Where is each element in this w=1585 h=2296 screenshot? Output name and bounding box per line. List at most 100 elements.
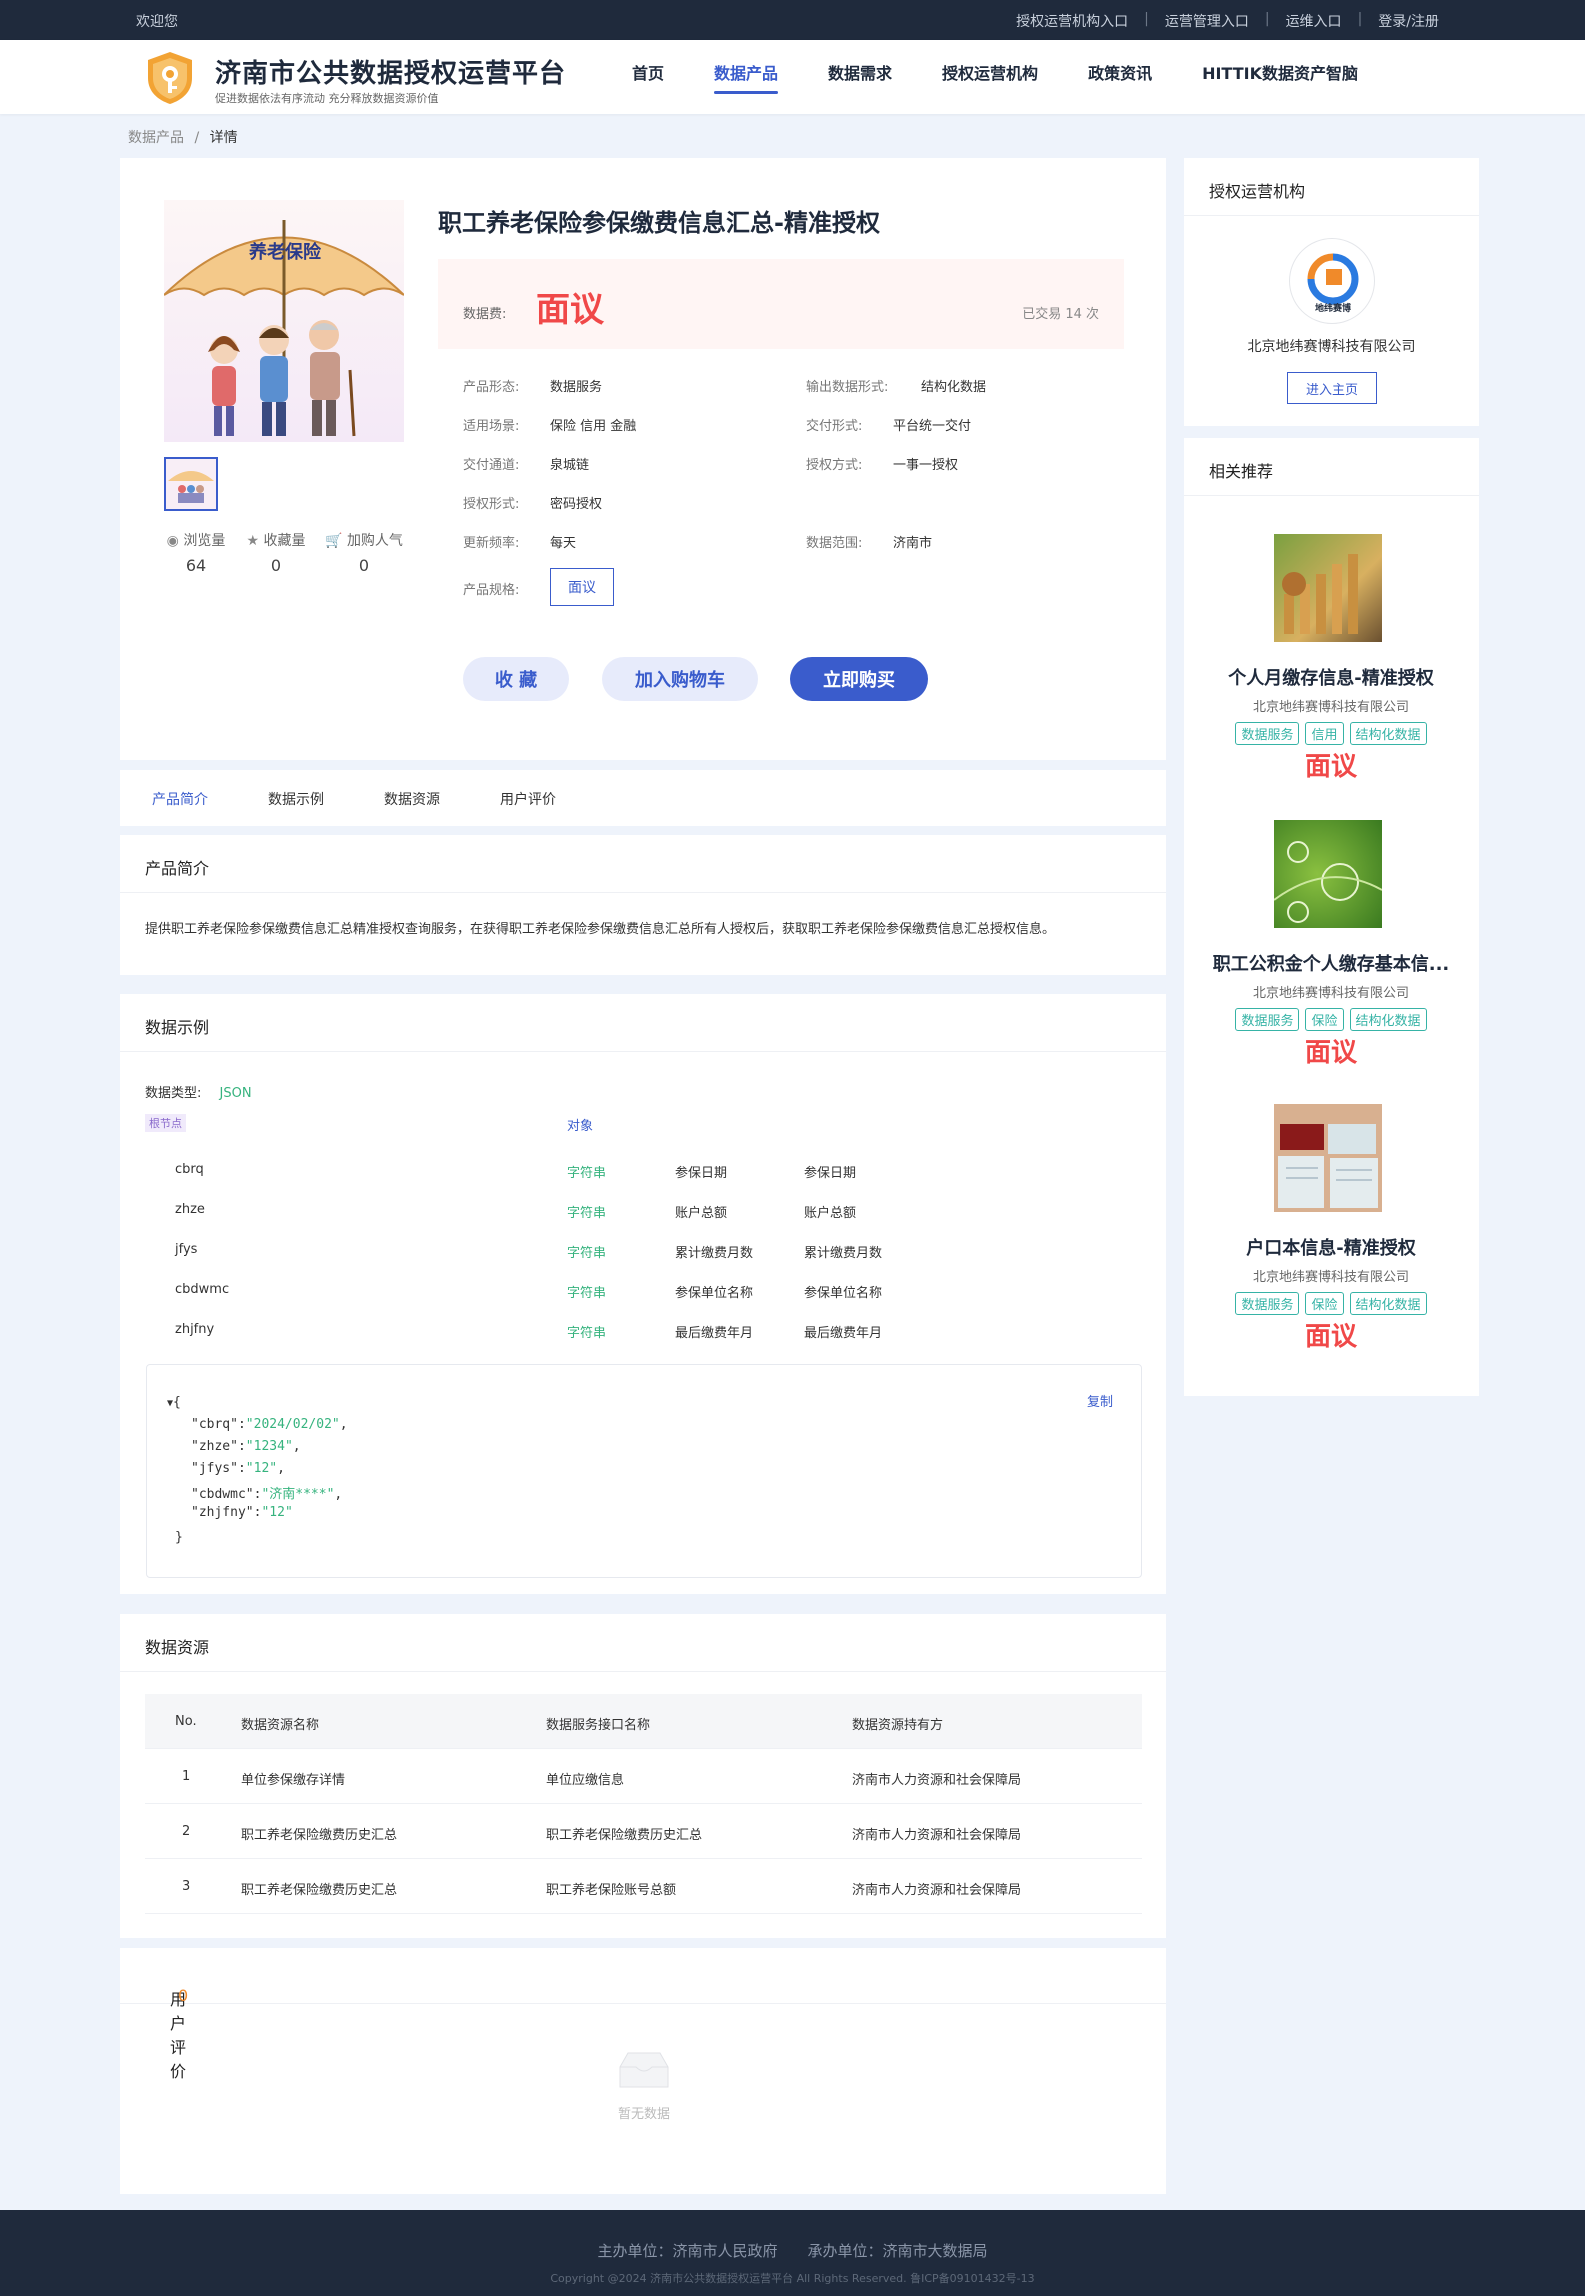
attr-value: 平台统一交付 (893, 419, 972, 434)
attr-label: 适用场景: (463, 419, 520, 434)
attr-label: 产品规格: (463, 583, 520, 598)
divider: | (1144, 11, 1149, 27)
attr-channel: 交付通道: 泉城链 (463, 454, 589, 473)
stat-views: ◉ 浏览量 64 (164, 530, 228, 575)
tag-badge: 保险 (1305, 1292, 1344, 1315)
tab-resources[interactable]: 数据资源 (384, 789, 440, 809)
section-header: 授权运营机构 (1184, 158, 1479, 216)
rec-image-2[interactable] (1273, 820, 1383, 928)
attr-freq: 更新频率: 每天 (463, 532, 576, 551)
recommend-item[interactable]: 职工公积金个人缴存基本信... 北京地纬赛博科技有限公司 数据服务 保险 结构化数据 面议 (1184, 950, 1478, 1070)
tab-intro[interactable]: 产品简介 (152, 789, 208, 809)
json-value: 2024/02/02 (253, 1417, 332, 1432)
footer-sponsors: 主办单位：济南市人民政府 承办单位：济南市大数据局 (597, 2242, 988, 2260)
field-desc: 账户总额 (675, 1206, 728, 1221)
empty-box-icon (619, 2052, 669, 2088)
recommend-item[interactable]: 个人月缴存信息-精准授权 北京地纬赛博科技有限公司 数据服务 信用 结构化数据 面议 (1184, 664, 1478, 784)
section-header: 用户评价 0 (120, 1948, 1166, 2081)
org-logo[interactable]: 地纬赛博 (1289, 238, 1375, 324)
nav-home[interactable]: 首页 (632, 60, 664, 94)
cell-resource-name: 单位参保缴存详情 (241, 1773, 346, 1788)
json-preview: 复制 ▼{ "cbrq":"2024/02/02", "zhze":"1234",… (146, 1364, 1142, 1578)
json-line: "zhjfny":"12" (191, 1505, 293, 1520)
field-desc-alt: 累计缴费月数 (804, 1246, 883, 1261)
recommend-price: 面议 (1304, 752, 1357, 782)
org-homepage-button[interactable]: 进入主页 (1287, 372, 1377, 404)
recommend-title[interactable]: 职工公积金个人缴存基本信... (1184, 950, 1478, 976)
tag-badge: 数据服务 (1235, 1008, 1300, 1031)
site-footer: 主办单位：济南市人民政府 承办单位：济南市大数据局 Copyright @202… (0, 2210, 1585, 2296)
product-thumbnail[interactable] (164, 457, 218, 511)
recommend-title[interactable]: 个人月缴存信息-精准授权 (1184, 664, 1478, 690)
recommend-price: 面议 (1304, 1322, 1357, 1352)
stat-label: 加购人气 (346, 533, 403, 549)
field-desc: 累计缴费月数 (675, 1246, 754, 1261)
section-header: 相关推荐 (1184, 438, 1479, 496)
json-key: cbrq (198, 1417, 231, 1432)
recommend-title[interactable]: 户口本信息-精准授权 (1184, 1234, 1478, 1260)
tab-example[interactable]: 数据示例 (268, 789, 324, 809)
data-type-row: 数据类型: JSON (145, 1082, 252, 1101)
nav-policy[interactable]: 政策资讯 (1088, 60, 1152, 94)
logo-icon[interactable] (142, 50, 198, 106)
umbrella-illustration (164, 220, 404, 437)
spec-option-button[interactable]: 面议 (550, 568, 614, 606)
nav-data-products[interactable]: 数据产品 (714, 60, 779, 94)
cell-holder: 济南市人力资源和社会保障局 (852, 1883, 1022, 1898)
add-to-cart-button[interactable]: 加入购物车 (602, 657, 758, 701)
product-image: 养老保险 (164, 200, 404, 442)
attr-label: 产品形态: (463, 380, 520, 395)
rec-image-1[interactable] (1274, 534, 1382, 642)
nav-hittik[interactable]: HITTIK数据资产智脑 (1202, 60, 1358, 94)
ops-entry-link[interactable]: 运营管理入口 (1151, 11, 1263, 31)
site-title[interactable]: 济南市公共数据授权运营平台 (215, 53, 566, 90)
field-desc-alt: 参保单位名称 (804, 1286, 883, 1301)
field-type: 字符串 (567, 1246, 607, 1261)
collapse-icon[interactable]: ▼ (167, 1398, 173, 1409)
field-row: cbdwmc 字符串 参保单位名称 参保单位名称 (120, 1282, 1166, 1312)
breadcrumb-parent[interactable]: 数据产品 (128, 130, 184, 146)
field-row: cbrq 字符串 参保日期 参保日期 (120, 1162, 1166, 1192)
buy-now-button[interactable]: 立即购买 (790, 657, 928, 701)
tab-reviews[interactable]: 用户评价 (500, 789, 556, 809)
maint-entry-link[interactable]: 运维入口 (1272, 11, 1356, 31)
price-label: 数据费: (463, 307, 507, 322)
nav-data-demands[interactable]: 数据需求 (828, 60, 892, 94)
table-row: 2 职工养老保险缴费历史汇总 职工养老保险缴费历史汇总 济南市人力资源和社会保障局 (145, 1804, 1142, 1859)
cell-no: 3 (182, 1879, 191, 1894)
col-api-name: 数据服务接口名称 (546, 1718, 651, 1733)
section-title: 数据示例 (145, 1018, 210, 1037)
copy-button[interactable]: 复制 (1087, 1391, 1113, 1410)
breadcrumb-separator: / (194, 130, 200, 146)
breadcrumb-current: 详情 (209, 130, 238, 146)
json-value: 12 (253, 1461, 270, 1476)
attr-value: 一事一授权 (893, 458, 959, 473)
product-title: 职工养老保险参保缴费信息汇总-精准授权 (438, 209, 880, 237)
table-row: 3 职工养老保险缴费历史汇总 职工养老保险账号总额 济南市人力资源和社会保障局 (145, 1859, 1142, 1914)
section-title: 数据资源 (145, 1638, 210, 1657)
attr-scene: 适用场景: 保险 信用 金融 (463, 415, 636, 434)
field-desc-alt: 最后缴费年月 (804, 1326, 883, 1341)
json-close: } (175, 1530, 183, 1545)
json-key: jfys (198, 1461, 231, 1476)
price-box: 数据费: 面议 已交易 14 次 (438, 259, 1124, 349)
data-type-label: 数据类型: (145, 1086, 202, 1101)
json-open[interactable]: ▼{ (167, 1395, 181, 1410)
tag-badge: 数据服务 (1235, 1292, 1300, 1315)
login-link[interactable]: 登录/注册 (1364, 11, 1453, 31)
cell-no: 2 (182, 1824, 191, 1839)
attr-value: 泉城链 (550, 458, 590, 473)
field-type: 字符串 (567, 1166, 607, 1181)
field-type: 字符串 (567, 1326, 607, 1341)
rec-image-3[interactable] (1274, 1104, 1382, 1212)
recommend-item[interactable]: 户口本信息-精准授权 北京地纬赛博科技有限公司 数据服务 保险 结构化数据 面议 (1184, 1234, 1478, 1354)
field-name: zhze (175, 1202, 205, 1217)
site-slogan: 促进数据依法有序流动 充分释放数据资源价值 (215, 92, 439, 105)
field-type: 字符串 (567, 1286, 607, 1301)
org-entry-link[interactable]: 授权运营机构入口 (1002, 11, 1142, 31)
nav-operators[interactable]: 授权运营机构 (942, 60, 1038, 94)
cart-icon: 🛒 (325, 533, 343, 549)
attr-output: 输出数据形式: 结构化数据 (806, 376, 986, 395)
recommend-tags: 数据服务 保险 结构化数据 (1184, 1008, 1478, 1031)
favorite-button[interactable]: 收 藏 (463, 657, 569, 701)
